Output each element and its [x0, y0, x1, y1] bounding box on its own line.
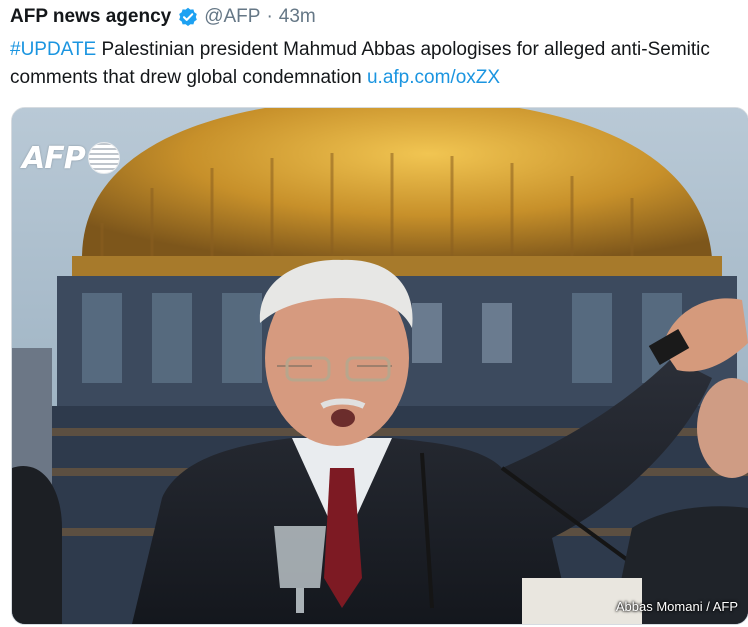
- tweet-text: #UPDATE Palestinian president Mahmud Abb…: [10, 36, 738, 92]
- afp-logo-text: AFP: [22, 140, 86, 176]
- photo-credit: Abbas Momani / AFP: [615, 599, 738, 614]
- tweet-header: AFP news agency @AFP · 43m: [10, 4, 316, 30]
- afp-globe-icon: [87, 142, 120, 174]
- hashtag-link[interactable]: #UPDATE: [10, 39, 96, 60]
- header-separator: ·: [266, 6, 273, 27]
- author-handle[interactable]: @AFP: [204, 6, 260, 28]
- tweet-timestamp[interactable]: 43m: [279, 6, 316, 28]
- afp-watermark-logo: AFP: [22, 138, 120, 178]
- tweet-photo[interactable]: AFP Abbas Momani / AFP: [11, 107, 748, 625]
- photo-illustration: [12, 108, 748, 624]
- article-link[interactable]: u.afp.com/oxZX: [367, 67, 500, 88]
- tweet-body-text: Palestinian president Mahmud Abbas apolo…: [10, 39, 710, 88]
- verified-badge-icon: [178, 7, 198, 27]
- author-display-name[interactable]: AFP news agency: [10, 6, 171, 28]
